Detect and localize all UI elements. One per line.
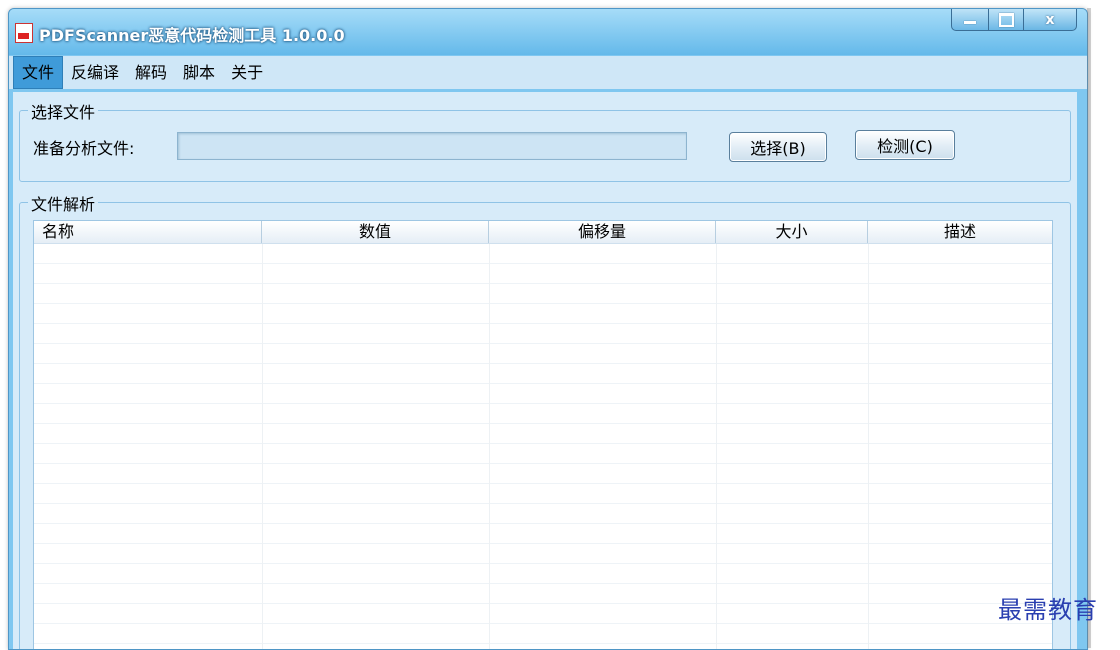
menu-script[interactable]: 脚本 [175, 56, 223, 89]
column-header-offset[interactable]: 偏移量 [489, 221, 716, 243]
menu-about[interactable]: 关于 [223, 56, 271, 89]
maximize-icon [998, 12, 1014, 27]
title-bar[interactable]: PDFScanner恶意代码检测工具 1.0.0.0 x [9, 9, 1087, 55]
column-divider [262, 244, 263, 649]
parse-results-table[interactable]: 名称 数值 偏移量 大小 描述 [33, 220, 1053, 649]
background-window-edge [1087, 8, 1091, 648]
watermark-text: 最需教育 [998, 596, 1098, 624]
maximize-button[interactable] [989, 9, 1024, 31]
file-path-input[interactable] [177, 132, 687, 160]
column-header-size[interactable]: 大小 [716, 221, 868, 243]
table-header: 名称 数值 偏移量 大小 描述 [34, 221, 1052, 244]
detect-button[interactable]: 检测(C) [855, 130, 955, 160]
close-button[interactable]: x [1024, 9, 1077, 31]
app-window: PDFScanner恶意代码检测工具 1.0.0.0 x 文件 反编译 解码 脚… [8, 8, 1088, 650]
minimize-icon [964, 21, 976, 24]
file-parse-group-title: 文件解析 [28, 191, 99, 215]
close-icon: x [1045, 11, 1055, 28]
file-label: 准备分析文件: [33, 139, 135, 158]
select-button[interactable]: 选择(B) [729, 132, 827, 162]
column-header-description[interactable]: 描述 [868, 221, 1052, 243]
menu-file[interactable]: 文件 [13, 56, 64, 89]
menu-decompile[interactable]: 反编译 [63, 56, 127, 89]
window-title: PDFScanner恶意代码检测工具 1.0.0.0 [39, 26, 345, 45]
column-divider [868, 244, 869, 649]
column-header-name[interactable]: 名称 [34, 221, 262, 243]
client-area: 选择文件 准备分析文件: 选择(B) 检测(C) 文件解析 名称 数值 偏移量 … [13, 92, 1077, 649]
menu-decode[interactable]: 解码 [127, 56, 175, 89]
column-divider [716, 244, 717, 649]
table-body[interactable] [34, 244, 1052, 649]
select-file-group-title: 选择文件 [28, 99, 99, 123]
minimize-button[interactable] [951, 9, 989, 31]
menu-bar: 文件 反编译 解码 脚本 关于 [9, 56, 1087, 89]
column-divider [489, 244, 490, 649]
column-header-value[interactable]: 数值 [262, 221, 489, 243]
window-controls: x [951, 9, 1077, 31]
pdf-icon [15, 23, 33, 43]
